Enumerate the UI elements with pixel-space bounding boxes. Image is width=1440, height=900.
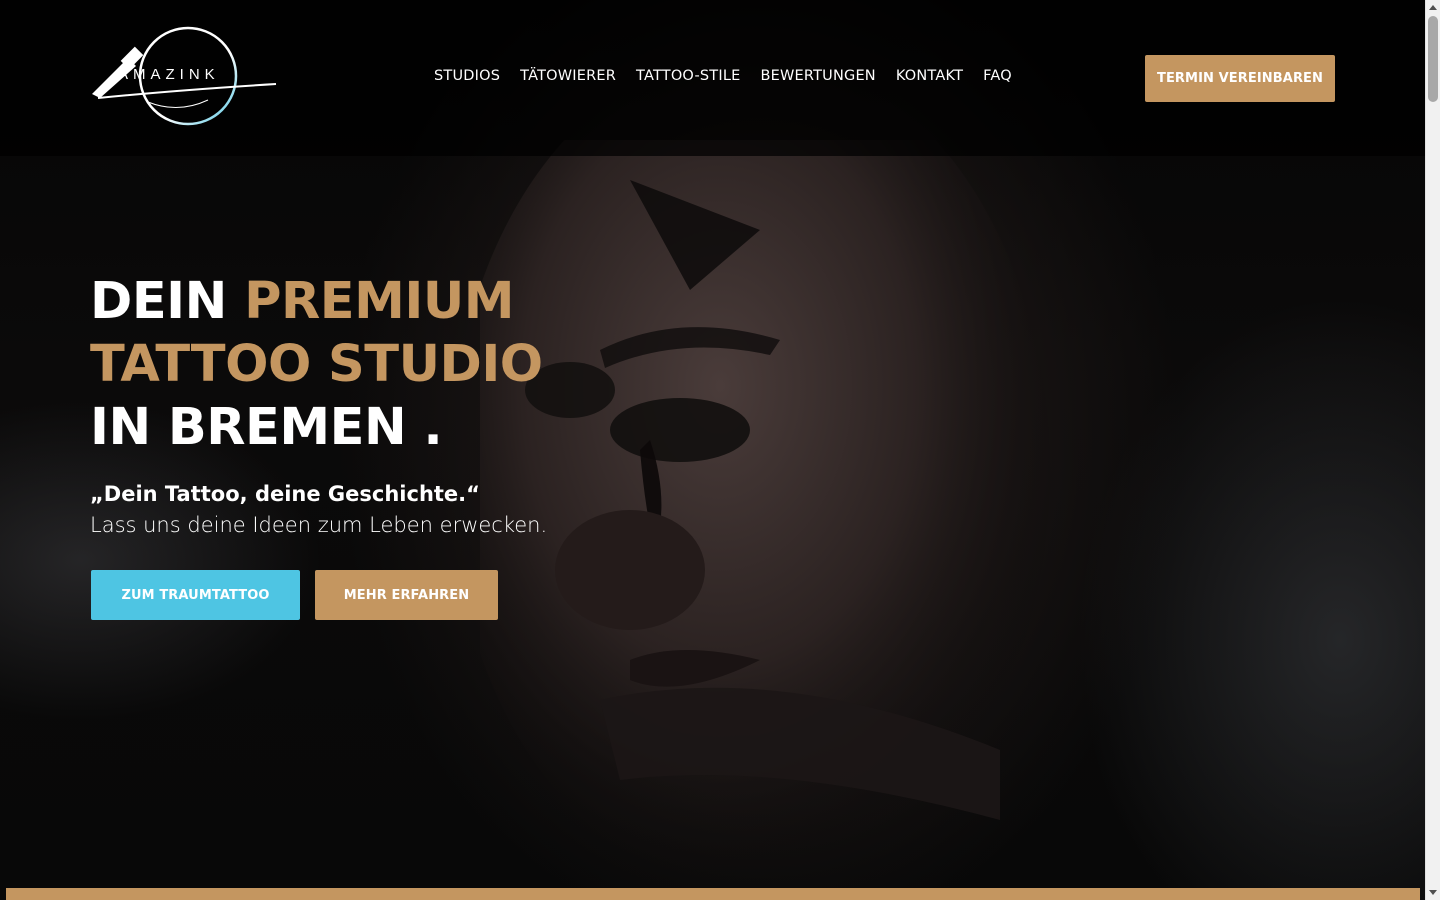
nav-item-faq[interactable]: FAQ <box>983 68 1012 84</box>
hero-headline: DEIN PREMIUM TATTOO STUDIO IN BREMEN . <box>90 270 543 459</box>
headline-word-dein: DEIN <box>90 272 227 331</box>
dream-tattoo-button[interactable]: ZUM TRAUMTATTOO <box>91 570 300 620</box>
nav-item-tattoo-stile[interactable]: TATTOO-STILE <box>636 68 740 84</box>
section-divider-bar <box>6 888 1420 900</box>
main-navigation: STUDIOS TÄTOWIERER TATTOO-STILE BEWERTUN… <box>434 68 1012 84</box>
headline-line-3: IN BREMEN . <box>90 398 443 457</box>
scroll-up-arrow-icon[interactable] <box>1429 5 1437 10</box>
scrollbar-thumb[interactable] <box>1428 16 1438 102</box>
nav-item-taetowierer[interactable]: TÄTOWIERER <box>520 68 616 84</box>
scroll-down-arrow-icon[interactable] <box>1429 890 1437 895</box>
logo-wordmark: AMAZINK <box>118 66 220 83</box>
hero-quote: „Dein Tattoo, deine Geschichte.“ <box>90 482 480 506</box>
hero-subtitle: Lass uns deine Ideen zum Leben erwecken. <box>90 513 548 537</box>
nav-item-kontakt[interactable]: KONTAKT <box>896 68 963 84</box>
headline-word-premium: PREMIUM <box>244 272 514 331</box>
headline-line-1: DEIN PREMIUM <box>90 270 543 333</box>
nav-item-bewertungen[interactable]: BEWERTUNGEN <box>760 68 875 84</box>
headline-line-2: TATTOO STUDIO <box>90 335 543 394</box>
hero-background-image <box>480 140 1050 890</box>
learn-more-button[interactable]: MEHR ERFAHREN <box>315 570 498 620</box>
page-scrollbar[interactable] <box>1425 0 1440 900</box>
appointment-button[interactable]: TERMIN VEREINBAREN <box>1145 55 1335 102</box>
nav-item-studios[interactable]: STUDIOS <box>434 68 500 84</box>
